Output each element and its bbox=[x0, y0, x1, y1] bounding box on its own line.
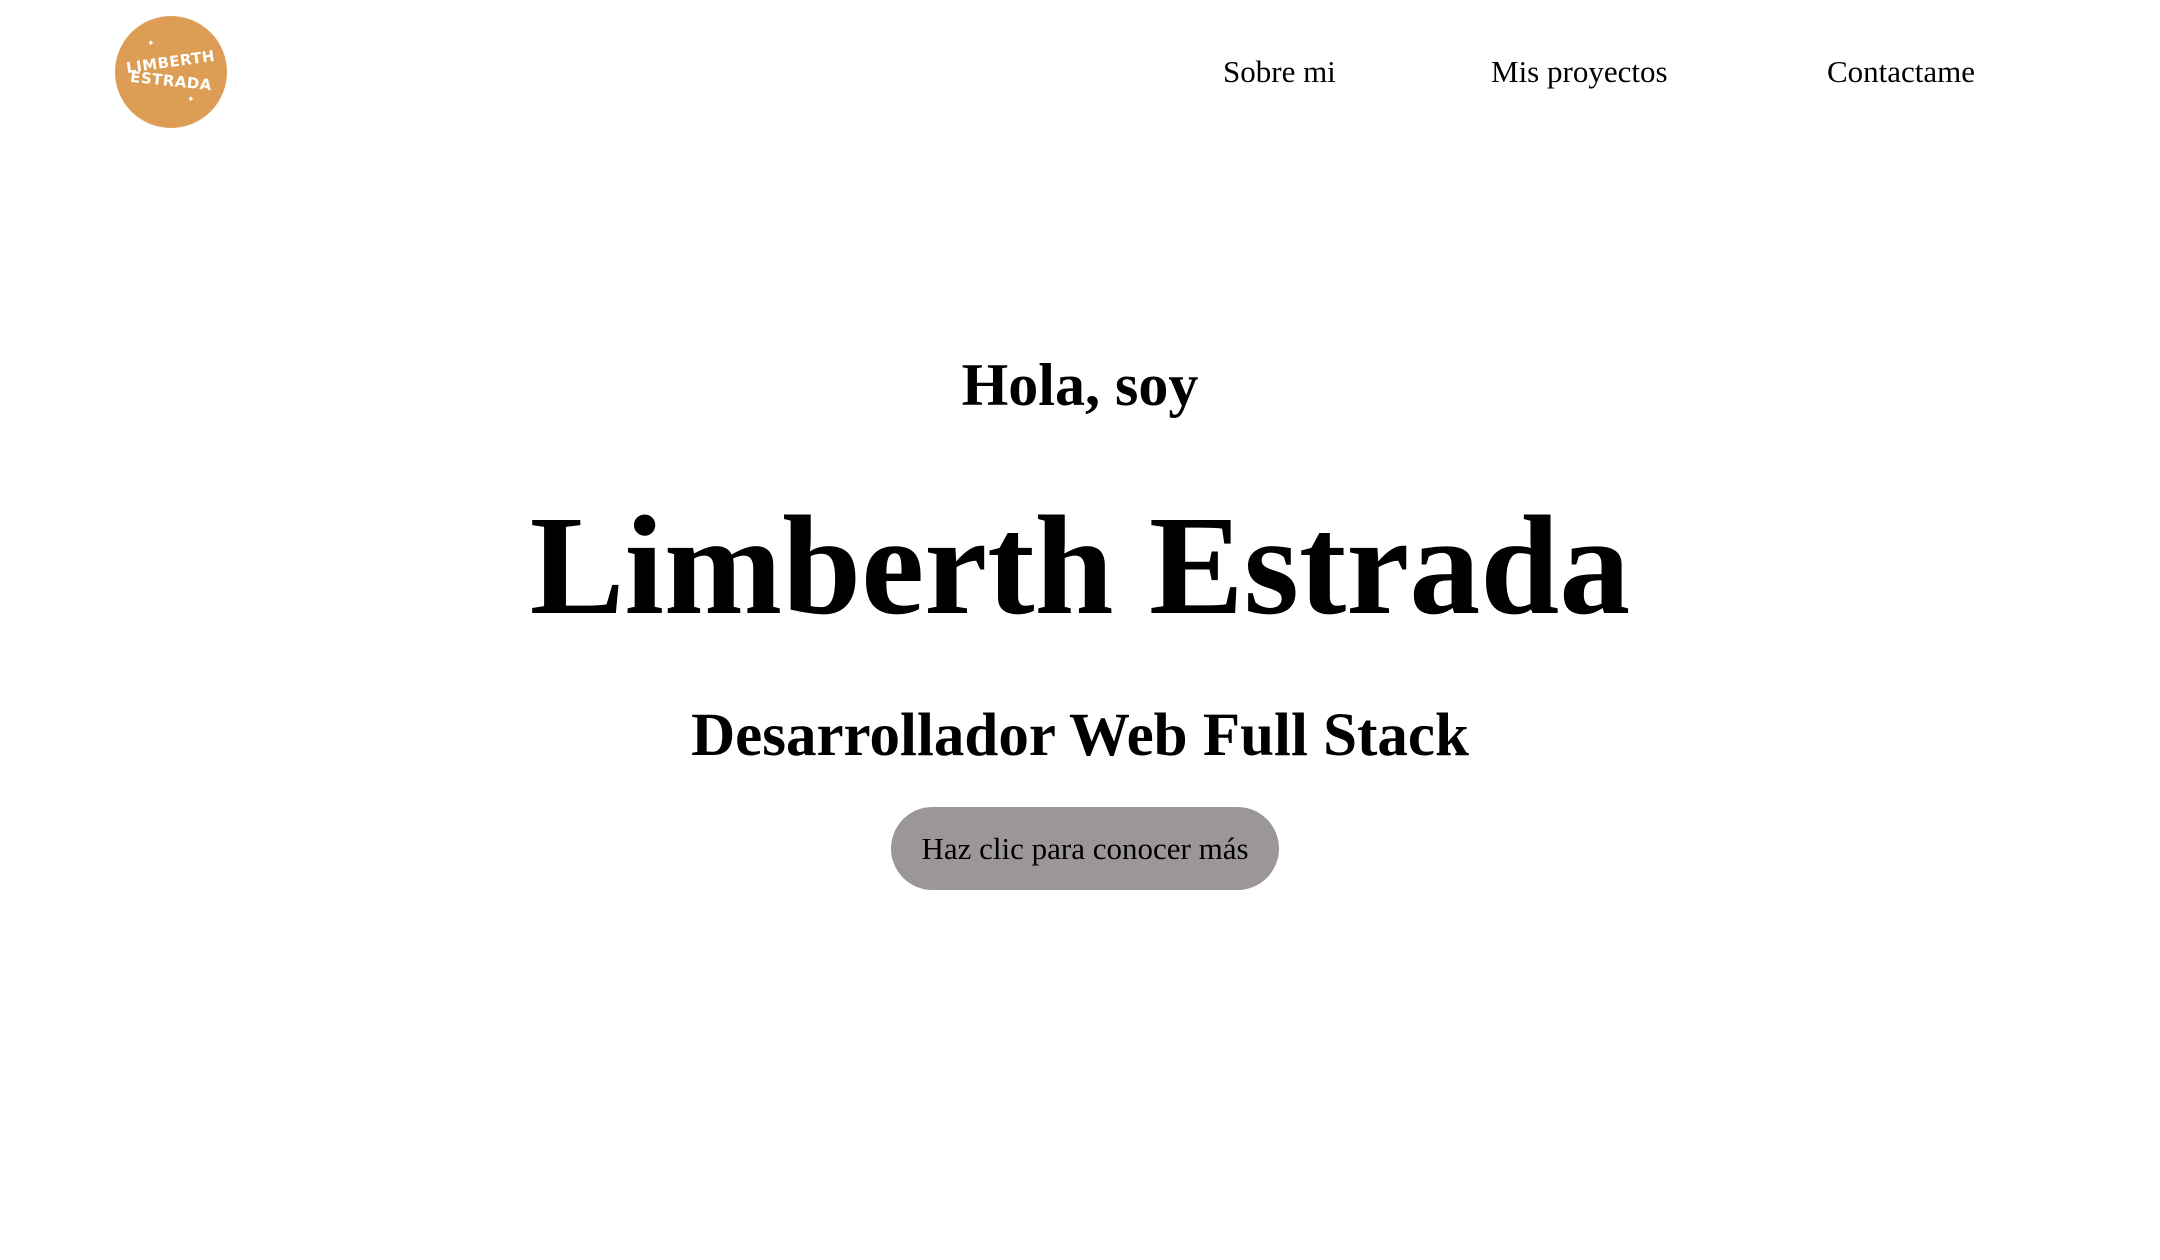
sparkle-icon: ✦ bbox=[147, 39, 156, 49]
hero-greeting: Hola, soy bbox=[961, 352, 1199, 418]
main-nav: Sobre mi Mis proyectos Contactame bbox=[0, 52, 2160, 92]
nav-link-contactame[interactable]: Contactame bbox=[1827, 52, 1975, 92]
learn-more-button[interactable]: Haz clic para conocer más bbox=[891, 807, 1279, 890]
hero-name: Limberth Estrada bbox=[529, 486, 1631, 644]
nav-link-sobre-mi[interactable]: Sobre mi bbox=[1223, 52, 1336, 92]
sparkle-icon: ✦ bbox=[187, 95, 196, 105]
nav-link-mis-proyectos[interactable]: Mis proyectos bbox=[1491, 52, 1668, 92]
hero-role: Desarrollador Web Full Stack bbox=[691, 702, 1469, 769]
page: ✦ LIMBERTH ESTRADA ✦ Sobre mi Mis proyec… bbox=[0, 0, 2160, 1260]
